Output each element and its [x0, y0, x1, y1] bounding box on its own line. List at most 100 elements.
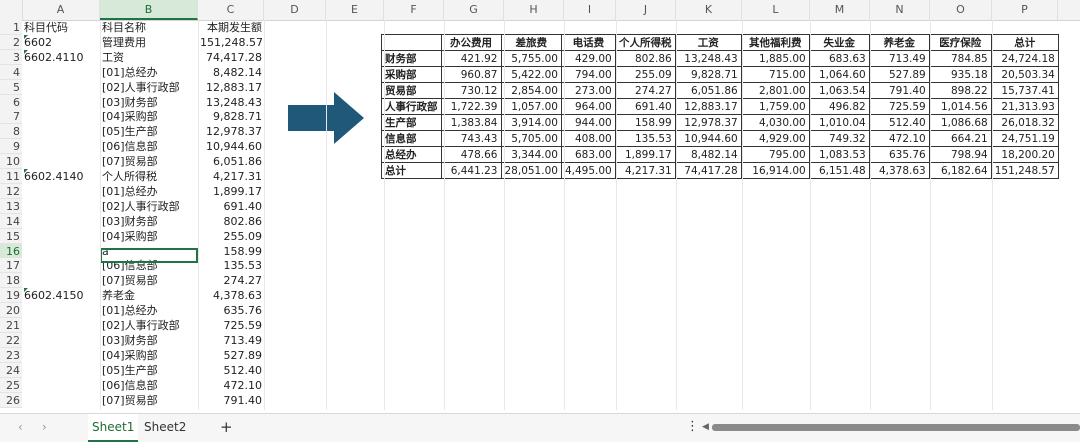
horizontal-scrollbar[interactable] [712, 424, 1080, 431]
pivot-value-cell[interactable]: 472.10 [868, 130, 930, 147]
next-sheet-button[interactable]: › [42, 414, 47, 440]
column-header-g[interactable]: G [444, 0, 504, 20]
cell-c3[interactable]: 74,417.28 [200, 50, 262, 65]
row-header-18[interactable]: 18 [0, 273, 22, 289]
pivot-value-cell[interactable]: 255.09 [614, 66, 676, 83]
cell-c7[interactable]: 9,828.71 [200, 109, 262, 124]
pivot-value-cell[interactable]: 6,182.64 [928, 162, 992, 179]
scroll-left-icon[interactable]: ◀ [702, 414, 709, 440]
pivot-value-cell[interactable]: 794.00 [560, 66, 616, 83]
row-header-19[interactable]: 19 [0, 288, 22, 304]
pivot-value-cell[interactable]: 898.22 [928, 82, 992, 99]
row-header-9[interactable]: 9 [0, 139, 22, 155]
pivot-col-header[interactable]: 工资 [674, 34, 742, 51]
cell-b25[interactable]: [06]信息部 [102, 378, 198, 393]
cell-c17[interactable]: 135.53 [200, 258, 263, 273]
cell-b21[interactable]: [02]人事行政部 [102, 318, 198, 333]
cell-c10[interactable]: 6,051.86 [200, 154, 262, 169]
pivot-value-cell[interactable]: 13,248.43 [674, 50, 742, 67]
pivot-value-cell[interactable]: 9,828.71 [674, 66, 742, 83]
row-header-22[interactable]: 22 [0, 332, 22, 348]
cell-c5[interactable]: 12,883.17 [200, 80, 262, 95]
pivot-value-cell[interactable]: 691.40 [614, 98, 676, 115]
cell-b1[interactable]: 科目名称 [102, 20, 198, 35]
pivot-value-cell[interactable]: 4,217.31 [614, 162, 676, 179]
pivot-value-cell[interactable]: 935.18 [928, 66, 992, 83]
cell-a24[interactable] [24, 363, 100, 378]
column-header-j[interactable]: J [616, 0, 676, 20]
pivot-value-cell[interactable]: 12,883.17 [674, 98, 742, 115]
pivot-value-cell[interactable]: 784.85 [928, 50, 992, 67]
cell-b13[interactable]: [02]人事行政部 [102, 199, 198, 214]
column-header-k[interactable]: K [676, 0, 742, 20]
pivot-value-cell[interactable]: 135.53 [614, 130, 676, 147]
cell-c6[interactable]: 13,248.43 [200, 95, 262, 110]
pivot-value-cell[interactable]: 1,759.00 [740, 98, 810, 115]
cell-c24[interactable]: 512.40 [200, 363, 263, 378]
column-header-d[interactable]: D [264, 0, 326, 20]
pivot-value-cell[interactable]: 10,944.60 [674, 130, 742, 147]
cell-a13[interactable] [24, 199, 100, 214]
cell-a22[interactable] [24, 333, 100, 348]
cell-c12[interactable]: 1,899.17 [200, 184, 262, 199]
pivot-value-cell[interactable]: 6,441.23 [440, 162, 502, 179]
row-header-7[interactable]: 7 [0, 109, 22, 125]
pivot-row-label[interactable]: 财务部 [381, 50, 442, 67]
sheet-tab-sheet1[interactable]: Sheet1 [88, 414, 139, 442]
pivot-row-label[interactable]: 贸易部 [381, 82, 442, 99]
column-header-n[interactable]: N [870, 0, 930, 20]
cell-c26[interactable]: 791.40 [200, 393, 263, 408]
pivot-col-header[interactable]: 办公费用 [440, 34, 502, 51]
cell-a1[interactable]: 科目代码 [24, 20, 100, 35]
cell-c18[interactable]: 274.27 [200, 273, 263, 288]
cell-a6[interactable] [24, 95, 100, 110]
cell-a16[interactable] [24, 244, 100, 259]
pivot-value-cell[interactable]: 795.00 [740, 146, 810, 163]
row-header-11[interactable]: 11 [0, 169, 22, 184]
cell-c21[interactable]: 725.59 [200, 318, 263, 333]
cell-b2[interactable]: 管理费用 [102, 35, 198, 50]
cell-a25[interactable] [24, 378, 100, 393]
pivot-row-label[interactable]: 人事行政部 [381, 98, 442, 115]
row-header-1[interactable]: 1 [0, 20, 22, 35]
pivot-value-cell[interactable]: 713.49 [868, 50, 930, 67]
row-header-21[interactable]: 21 [0, 318, 22, 333]
pivot-col-header[interactable]: 电话费 [560, 34, 616, 51]
row-header-25[interactable]: 25 [0, 377, 22, 393]
column-header-b[interactable]: B [100, 0, 198, 20]
pivot-value-cell[interactable]: 3,344.00 [500, 146, 562, 163]
cell-c2[interactable]: 151,248.57 [200, 35, 262, 50]
cell-c22[interactable]: 713.49 [200, 333, 263, 348]
row-header-8[interactable]: 8 [0, 124, 22, 140]
cell-a21[interactable] [24, 318, 100, 333]
pivot-row-label[interactable]: 生产部 [381, 114, 442, 131]
sheet-tab-sheet2[interactable]: Sheet2 [144, 414, 186, 440]
cell-b19[interactable]: 养老金 [102, 288, 198, 303]
pivot-value-cell[interactable]: 273.00 [560, 82, 616, 99]
cell-c13[interactable]: 691.40 [200, 199, 263, 214]
cell-c14[interactable]: 802.86 [200, 214, 263, 229]
cell-c23[interactable]: 527.89 [200, 348, 263, 363]
cell-b10[interactable]: [07]贸易部 [102, 154, 198, 169]
pivot-row-label[interactable]: 总计 [381, 162, 442, 179]
pivot-value-cell[interactable]: 791.40 [868, 82, 930, 99]
pivot-value-cell[interactable]: 527.89 [868, 66, 930, 83]
pivot-value-cell[interactable]: 715.00 [740, 66, 810, 83]
cell-b22[interactable]: [03]财务部 [102, 333, 198, 348]
column-header-i[interactable]: I [564, 0, 616, 20]
cell-c20[interactable]: 635.76 [200, 303, 263, 318]
pivot-value-cell[interactable]: 944.00 [560, 114, 616, 131]
cell-a17[interactable] [24, 258, 100, 273]
pivot-col-header[interactable]: 其他福利费 [740, 34, 810, 51]
pivot-value-cell[interactable]: 683.63 [808, 50, 870, 67]
pivot-value-cell[interactable]: 20,503.34 [990, 66, 1059, 83]
pivot-value-cell[interactable]: 6,051.86 [674, 82, 742, 99]
pivot-value-cell[interactable]: 664.21 [928, 130, 992, 147]
column-header-m[interactable]: M [810, 0, 870, 20]
pivot-value-cell[interactable]: 15,737.41 [990, 82, 1059, 99]
row-header-24[interactable]: 24 [0, 362, 22, 378]
pivot-value-cell[interactable]: 16,914.00 [740, 162, 810, 179]
column-header-c[interactable]: C [198, 0, 264, 20]
prev-sheet-button[interactable]: ‹ [18, 414, 23, 440]
pivot-value-cell[interactable]: 429.00 [560, 50, 616, 67]
